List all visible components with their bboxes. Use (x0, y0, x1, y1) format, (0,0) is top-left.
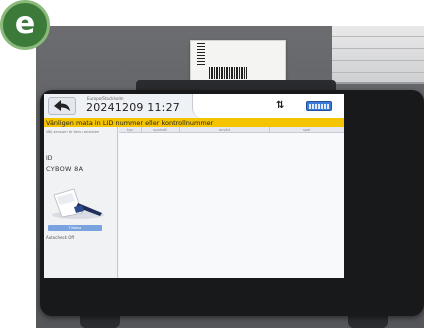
column-header: spar (303, 128, 311, 132)
screen-topbar: Europe/Stockholm 20241209 11:27 ⇅ (44, 94, 344, 118)
table-header: typ upptväll anväd spar (119, 127, 344, 133)
test-strip-icon (52, 188, 104, 219)
prompt-bar: Vänligen mata in LID nummer eller kontro… (44, 118, 344, 127)
prompt-text: Vänligen mata in LID nummer eller kontro… (46, 119, 214, 127)
device-name: CYBOW 8A (46, 165, 84, 173)
barcode-horizontal (209, 67, 247, 79)
barcode-vertical (197, 43, 205, 67)
column-header: upptväll (153, 128, 168, 132)
shelf (332, 26, 424, 84)
left-panel: Välj sensorn är ännu ansluten ID CYBOW 8… (44, 127, 118, 278)
column-header: anväd (219, 128, 230, 132)
panel-label-badge: e (0, 0, 50, 50)
keyboard-icon[interactable] (306, 101, 332, 111)
device-screen: Europe/Stockholm 20241209 11:27 ⇅ Vänlig… (44, 94, 344, 278)
datetime-label: 20241209 11:27 (86, 101, 180, 114)
autocheck-status: Autocheck Off (46, 235, 75, 240)
id-label: ID (46, 155, 53, 162)
column-header: typ (127, 128, 133, 132)
results-table: typ upptväll anväd spar (119, 127, 344, 278)
back-button[interactable] (48, 97, 76, 115)
back-arrow-icon (54, 100, 70, 111)
sort-icon[interactable]: ⇅ (276, 100, 284, 111)
sensor-hint: Välj sensorn är ännu ansluten (46, 130, 100, 134)
back-small-button[interactable]: Tilbaka (48, 225, 102, 231)
